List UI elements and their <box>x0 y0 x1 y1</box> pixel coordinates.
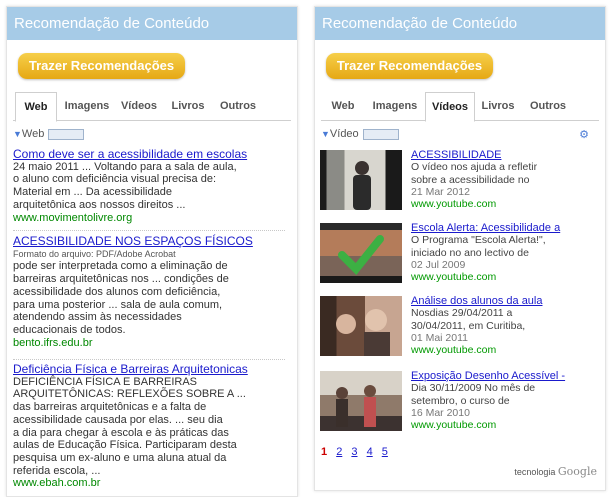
tab-bar: Web Imagens Vídeos Livros Outros <box>13 92 291 122</box>
fetch-recommendations-button[interactable]: Trazer Recomendações <box>18 53 185 79</box>
collapse-triangle-icon[interactable]: ▼ <box>321 129 330 139</box>
search-result: Deficiência Física e Barreiras Arquiteto… <box>13 363 285 490</box>
result-title-link[interactable]: ACESSIBILIDADE NOS ESPAÇOS FÍSICOS <box>13 235 285 248</box>
tab-bar: Web Imagens Vídeos Livros Outros <box>321 92 599 122</box>
result-snippet-line: acessibilidade dos alunos com deficiênci… <box>13 285 221 298</box>
tab-images[interactable]: Imagens <box>61 92 113 120</box>
video-title-link[interactable]: ACESSIBILIDADE <box>411 149 597 161</box>
page-1[interactable]: 1 <box>321 446 327 458</box>
tab-web[interactable]: Web <box>323 92 363 120</box>
video-title-link[interactable]: Exposição Desenho Acessível - <box>411 370 597 382</box>
students-silhouette-icon <box>336 309 390 356</box>
view-mode-icon[interactable] <box>362 128 399 140</box>
tab-books[interactable]: Livros <box>167 92 209 120</box>
recommendation-panel-video: Recomendação de Conteúdo Trazer Recomend… <box>314 6 606 491</box>
checkmark-icon <box>338 235 384 275</box>
result-snippet-line: a dia para chegar à escola e às práticas… <box>13 426 229 439</box>
recommendation-panel-web: Recomendação de Conteúdo Trazer Recomend… <box>6 6 298 497</box>
collapse-triangle-icon[interactable]: ▼ <box>13 129 22 139</box>
video-thumbnail[interactable] <box>320 296 402 356</box>
result-snippet-line: o aluno com deficiência visual precisa d… <box>13 173 217 186</box>
result-snippet-line: acessibilidade causada por elas. ... seu… <box>13 413 223 426</box>
video-date: 01 Mai 2011 <box>411 331 469 344</box>
result-title-link[interactable]: Como deve ser a acessibilidade em escola… <box>13 148 285 161</box>
result-snippet-line: pesquisa um ex-aluno e uma aluna atual d… <box>13 451 227 464</box>
result-file-format: Formato do arquivo: PDF/Adobe Acrobat <box>13 248 176 259</box>
result-snippet-line: 24 maio 2011 ... Voltando para a sala de… <box>13 160 237 173</box>
video-date: 16 Mar 2010 <box>411 406 470 419</box>
page-4[interactable]: 4 <box>367 446 373 458</box>
result-snippet-line: atendendo assim às necessidades <box>13 311 182 324</box>
result-snippet-line: aulas de Educação Física. Participaram d… <box>13 439 237 452</box>
powered-by-google: tecnologia Google <box>514 465 597 478</box>
result-snippet-line: educacionais de todos. <box>13 323 126 336</box>
video-thumbnail[interactable] <box>320 223 402 283</box>
video-url[interactable]: www.youtube.com <box>411 419 597 431</box>
panel-title: Recomendação de Conteúdo <box>7 7 297 40</box>
video-info: ACESSIBILIDADE O vídeo nos ajuda a refle… <box>411 149 597 210</box>
tab-web[interactable]: Web <box>15 92 57 122</box>
person-silhouette-icon <box>353 161 371 210</box>
video-thumbnail[interactable] <box>320 371 402 431</box>
result-url[interactable]: bento.ifrs.edu.br <box>13 337 285 350</box>
page-2[interactable]: 2 <box>336 446 342 458</box>
pagination: 1 2 3 4 5 <box>321 446 394 458</box>
video-description-line: Dia 30/11/2009 No mês de <box>411 382 536 395</box>
result-snippet-line: DEFICIÊNCIA FÍSICA E BARREIRAS <box>13 375 197 388</box>
video-description-line: setembro, o curso de <box>411 394 510 407</box>
video-info: Escola Alerta: Acessibilidade a O Progra… <box>411 222 597 283</box>
result-snippet-line: Material em ... Da acessibilidade <box>13 186 172 199</box>
video-thumbnail[interactable] <box>320 150 402 210</box>
video-description-line: O Programa "Escola Alerta!", <box>411 234 546 247</box>
tab-books[interactable]: Livros <box>477 92 519 120</box>
result-divider <box>13 359 285 360</box>
video-url[interactable]: www.youtube.com <box>411 344 597 356</box>
video-description-line: O vídeo nos ajuda a refletir <box>411 161 538 174</box>
result-snippet-line: barreiras arquitetônicas nos ... condiçõ… <box>13 273 229 286</box>
result-snippet-line: das barreiras arquitetônicas e a falta d… <box>13 401 207 414</box>
settings-gear-icon[interactable]: ⚙ <box>579 128 589 141</box>
video-title-link[interactable]: Escola Alerta: Acessibilidade a <box>411 222 597 234</box>
result-snippet-line: pode ser interpretada como a eliminação … <box>13 260 228 273</box>
video-info: Análise dos alunos da aula Nosdias 29/04… <box>411 295 597 356</box>
result-snippet-line: ARQUITETÔNICAS: REFLEXÕES SOBRE A ... <box>13 388 246 401</box>
video-url[interactable]: www.youtube.com <box>411 198 597 210</box>
video-description-line: Nosdias 29/04/2011 a <box>411 307 513 320</box>
video-date: 02 Jul 2009 <box>411 258 466 271</box>
video-description-line: 30/04/2011, em Curitiba, <box>411 319 526 332</box>
video-description-line: sobre a acessibilidade no <box>411 173 530 186</box>
exhibition-people-icon <box>336 385 376 427</box>
section-header: ▼Web <box>13 128 85 140</box>
result-snippet-line: para uma posterior ... sala de aula comu… <box>13 298 223 311</box>
result-url[interactable]: www.movimentolivre.org <box>13 212 285 225</box>
search-result: Como deve ser a acessibilidade em escola… <box>13 148 285 224</box>
video-result: Exposição Desenho Acessível - Dia 30/11/… <box>320 370 600 433</box>
video-result: Análise dos alunos da aula Nosdias 29/04… <box>320 295 600 358</box>
tab-images[interactable]: Imagens <box>369 92 421 120</box>
video-date: 21 Mar 2012 <box>411 185 470 198</box>
tab-videos[interactable]: Vídeos <box>425 92 475 122</box>
result-snippet-line: arquitetônica aos nossos direitos ... <box>13 198 186 211</box>
video-title-link[interactable]: Análise dos alunos da aula <box>411 295 597 307</box>
search-result: ACESSIBILIDADE NOS ESPAÇOS FÍSICOS Forma… <box>13 235 285 349</box>
tab-videos[interactable]: Vídeos <box>117 92 161 120</box>
result-title-link[interactable]: Deficiência Física e Barreiras Arquiteto… <box>13 363 285 376</box>
video-url[interactable]: www.youtube.com <box>411 271 597 283</box>
result-url[interactable]: www.ebah.com.br <box>13 477 285 490</box>
tab-others[interactable]: Outros <box>215 92 261 120</box>
result-snippet-line: referida escola, ... <box>13 464 101 477</box>
video-result: Escola Alerta: Acessibilidade a O Progra… <box>320 222 600 285</box>
video-description-line: iniciado no ano lectivo de <box>411 246 529 259</box>
video-info: Exposição Desenho Acessível - Dia 30/11/… <box>411 370 597 431</box>
fetch-recommendations-button[interactable]: Trazer Recomendações <box>326 53 493 79</box>
result-divider <box>13 230 285 231</box>
page-3[interactable]: 3 <box>351 446 357 458</box>
panel-title: Recomendação de Conteúdo <box>315 7 605 40</box>
section-header: ▼Vídeo <box>321 128 399 140</box>
tab-others[interactable]: Outros <box>525 92 571 120</box>
page-5[interactable]: 5 <box>382 446 388 458</box>
view-mode-icon[interactable] <box>48 128 85 140</box>
video-result: ACESSIBILIDADE O vídeo nos ajuda a refle… <box>320 149 600 212</box>
